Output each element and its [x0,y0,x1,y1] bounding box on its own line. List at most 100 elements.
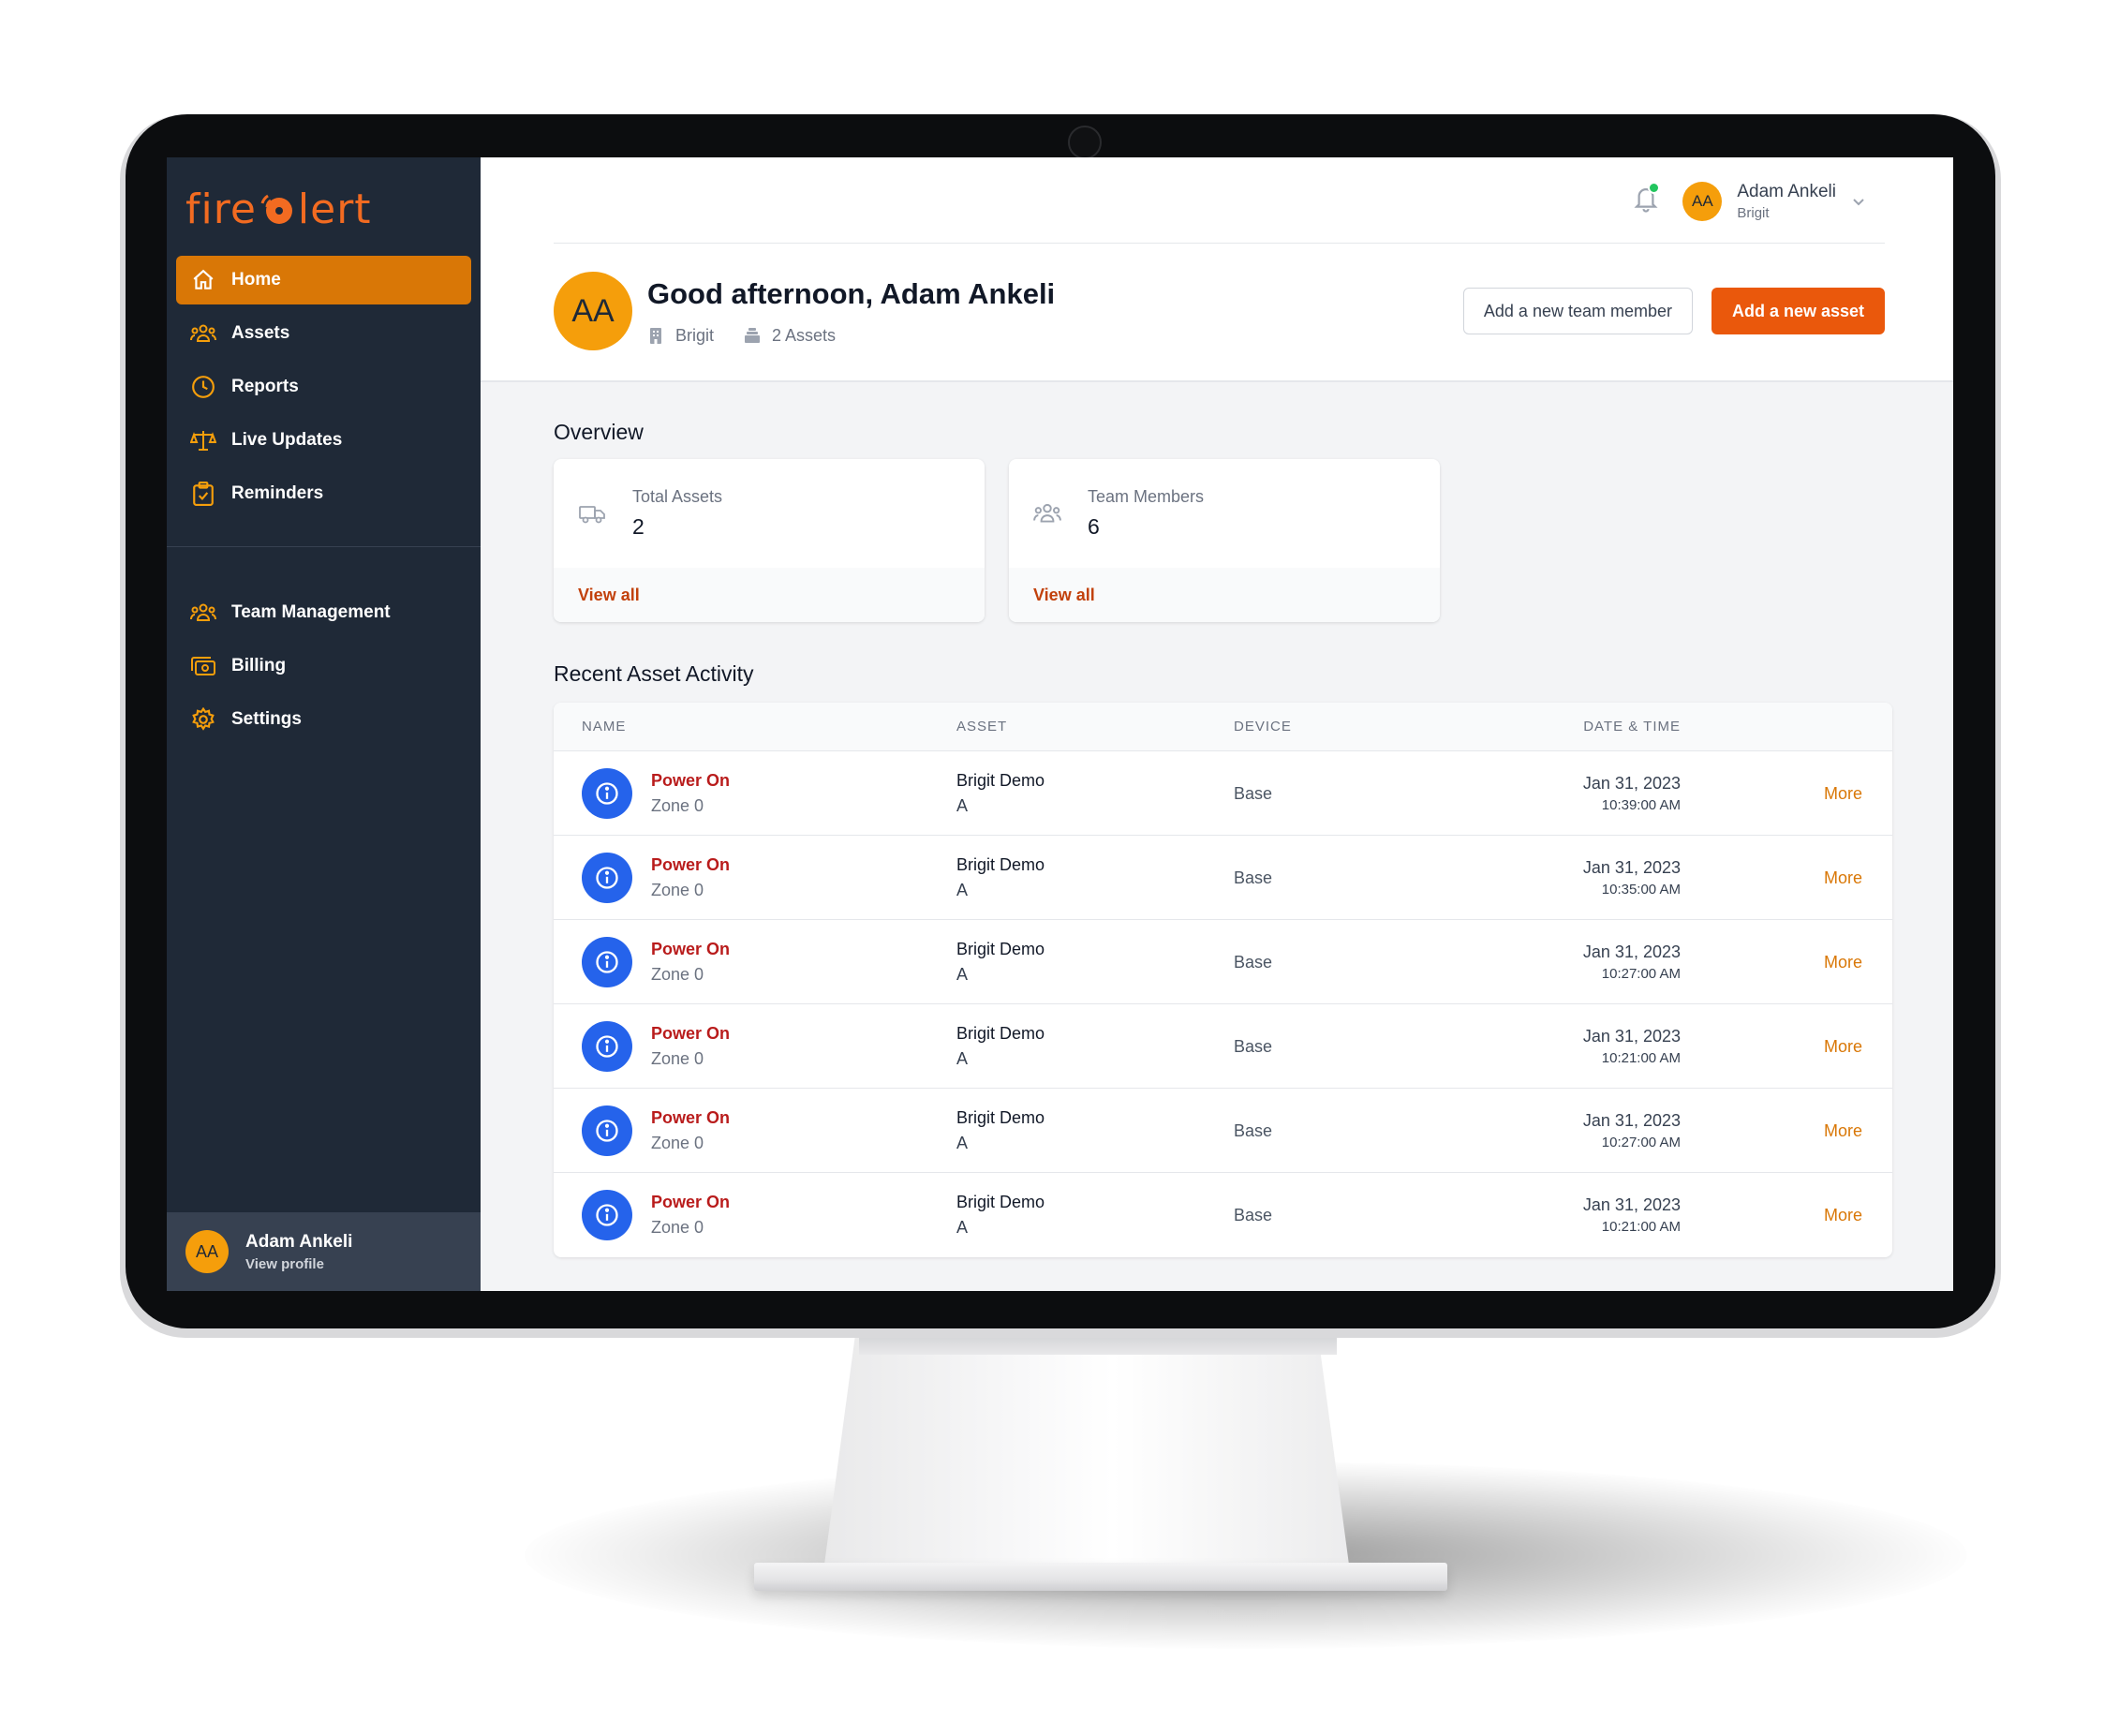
more-link[interactable]: More [1824,920,1862,1004]
view-all-team-link[interactable]: View all [1033,586,1095,605]
fire-alert-logo[interactable]: fire lert [185,185,372,233]
info-icon [582,853,632,903]
sidebar-item-billing[interactable]: Billing [176,642,471,690]
device-cell: Base [1234,783,1273,803]
user-menu-name: Adam Ankeli [1737,182,1836,201]
team-members-card: Team Members 6 View all [1009,459,1440,622]
event-title: Power On [651,1108,731,1127]
avatar: AA [185,1230,229,1273]
column-header-device: DEVICE [1234,719,1292,734]
sidebar-item-label: Reports [231,377,299,396]
more-link[interactable]: More [1824,1004,1862,1089]
more-link[interactable]: More [1824,751,1862,836]
table-row[interactable]: Power On Zone 0 Brigit Demo A Base Jan 3… [554,1173,1892,1257]
view-profile-link[interactable]: View profile [245,1256,352,1272]
column-header-name: NAME [582,719,627,734]
event-cell: Power On Zone 0 [582,1173,730,1257]
assets-count: 2 Assets [772,325,837,345]
stack-icon [745,328,761,343]
monitor-stand-neck [824,1330,1349,1565]
asset-sub: A [956,1049,969,1068]
view-all-assets-link[interactable]: View all [578,586,640,605]
sidebar-item-assets[interactable]: Assets [176,309,471,358]
asset-cell: Brigit Demo A [956,1089,1045,1173]
asset-name: Brigit Demo [956,1193,1045,1211]
event-date: Jan 31, 2023 [1582,1027,1681,1046]
users-icon [189,319,217,348]
avatar: AA [1682,182,1723,221]
users-icon [189,599,217,627]
sidebar-item-reports[interactable]: Reports [176,363,471,411]
more-link[interactable]: More [1824,836,1862,920]
asset-cell: Brigit Demo A [956,1004,1045,1089]
event-zone: Zone 0 [651,1218,704,1237]
add-asset-button[interactable]: Add a new asset [1711,288,1885,334]
sidebar-divider [167,546,481,547]
device-cell: Base [1234,868,1273,887]
user-menu-org: Brigit [1737,205,1770,221]
table-row[interactable]: Power On Zone 0 Brigit Demo A Base Jan 3… [554,1089,1892,1173]
chevron-down-icon [1853,199,1864,206]
event-time: 10:21:00 AM [1601,1050,1681,1066]
user-menu[interactable]: AA Adam Ankeli Brigit [1682,182,1866,221]
sidebar-item-home[interactable]: Home [176,256,471,304]
users-icon [1033,503,1061,523]
card-label: Team Members [1088,487,1205,506]
more-link[interactable]: More [1824,1089,1862,1173]
sidebar-item-label: Assets [231,323,290,343]
event-cell: Power On Zone 0 [582,836,730,920]
notification-dot [1648,182,1660,194]
date-cell: Jan 31, 2023 10:39:00 AM [1583,751,1681,836]
asset-name: Brigit Demo [956,940,1045,958]
cash-icon [189,652,217,680]
asset-name: Brigit Demo [956,855,1045,874]
event-zone: Zone 0 [651,965,704,984]
card-value: 6 [1088,514,1100,539]
table-row[interactable]: Power On Zone 0 Brigit Demo A Base Jan 3… [554,751,1892,836]
activity-table: NAME ASSET DEVICE DATE & TIME Power On Z… [554,703,1892,1257]
sidebar-item-label: Team Management [231,602,391,622]
asset-sub: A [956,1218,969,1237]
card-value: 2 [632,514,645,539]
device-cell: Base [1234,952,1273,972]
event-title: Power On [651,771,731,790]
event-zone: Zone 0 [651,1049,704,1068]
org-name: Brigit [675,325,715,345]
home-icon [189,266,217,294]
avatar: AA [554,272,632,350]
topbar: AA Adam Ankeli Brigit [554,157,1885,244]
event-zone: Zone 0 [651,1134,704,1152]
greeting-block: AA Good afternoon, Adam Ankeli Brigit 2 … [554,272,1055,350]
info-icon [582,1105,632,1156]
asset-cell: Brigit Demo A [956,836,1045,920]
device-cell: Base [1234,1120,1273,1140]
page-title: Good afternoon, Adam Ankeli [647,276,1056,310]
date-cell: Jan 31, 2023 10:35:00 AM [1583,836,1681,920]
device-cell: Base [1234,1205,1273,1224]
logo-wordmark: fire lert [185,185,372,233]
truck-icon [579,506,605,524]
sidebar-item-settings[interactable]: Settings [176,695,471,744]
table-row[interactable]: Power On Zone 0 Brigit Demo A Base Jan 3… [554,836,1892,920]
scale-icon [189,426,217,454]
recent-activity-title: Recent Asset Activity [554,661,754,686]
main-content: AA Adam Ankeli Brigit AA Good afternoon,… [481,157,1953,1291]
gear-icon [189,705,217,734]
add-team-member-button[interactable]: Add a new team member [1462,288,1693,334]
more-link[interactable]: More [1824,1173,1862,1257]
sidebar-user-profile[interactable]: AA Adam Ankeli View profile [167,1212,481,1291]
event-time: 10:21:00 AM [1601,1219,1681,1235]
asset-sub: A [956,881,969,899]
sidebar-item-team-management[interactable]: Team Management [176,588,471,637]
sidebar-item-live-updates[interactable]: Live Updates [176,416,471,465]
table-row[interactable]: Power On Zone 0 Brigit Demo A Base Jan 3… [554,920,1892,1004]
monitor-mockup: fire lert Home Assets Reports Live Updat… [0,0,2119,1736]
info-icon [582,768,632,819]
table-row[interactable]: Power On Zone 0 Brigit Demo A Base Jan 3… [554,1004,1892,1089]
sidebar-item-reminders[interactable]: Reminders [176,469,471,518]
event-zone: Zone 0 [651,796,704,815]
device-cell: Base [1234,1036,1273,1056]
event-time: 10:39:00 AM [1601,797,1681,813]
clipboard-icon [189,480,217,508]
event-date: Jan 31, 2023 [1582,1195,1681,1214]
